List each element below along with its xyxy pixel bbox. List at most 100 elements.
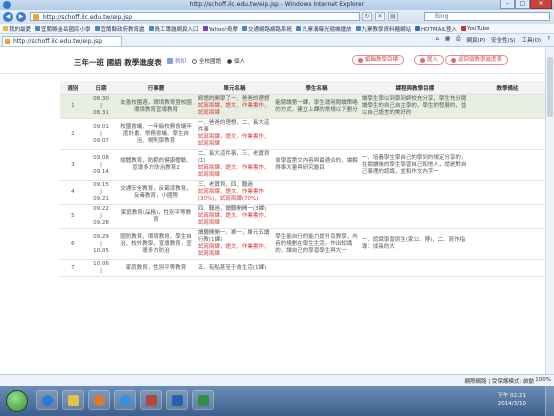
favorite-link[interactable]: 員工專題網頁入口 bbox=[148, 25, 199, 33]
table-row: 3 09.08 | 09.14 總體教育，防範的健康體驗、宣導多方防治教育2 二、長大這件… bbox=[60, 149, 545, 181]
back-to-list-button[interactable]: 返回個教學進度表 bbox=[445, 55, 509, 65]
unit-assessment: 試寫兩課，語文、作業書作，試寫兩課 bbox=[197, 103, 270, 116]
address-bar[interactable]: http://schoff.ilc.edu.tw/eip.jsp bbox=[30, 12, 360, 21]
date-separator: | bbox=[100, 213, 102, 219]
tab-row: http://schoff.ilc.edu.tw/eip.jsp ⌂ ▦ ⎙ 網… bbox=[0, 34, 554, 47]
favorite-link[interactable]: 宜蘭縣金岳國民小學 bbox=[35, 25, 91, 33]
tools-menu[interactable]: 工具(O) bbox=[521, 36, 541, 44]
edit-goals-button[interactable]: 編輯教學目標 bbox=[352, 55, 405, 65]
taskbar: 下午 02:21 2014/3/10 bbox=[0, 386, 554, 416]
print-button[interactable]: 列印 bbox=[167, 57, 186, 65]
print-icon[interactable]: ⎙ bbox=[456, 36, 460, 44]
scroll-thumb[interactable] bbox=[547, 57, 553, 117]
cell-note bbox=[469, 228, 545, 260]
page-menu[interactable]: 網頁(P) bbox=[467, 36, 486, 44]
taskbar-excel-icon[interactable] bbox=[192, 390, 214, 410]
cell-requirement: 一、培養學生學自己的學到的規定分享的，在閱讀後的學生學習自己和他人，請是對自己事… bbox=[359, 149, 470, 181]
favorite-link[interactable]: YouTube bbox=[461, 26, 489, 32]
favorite-label: 九寨溝曝光隨機播放 bbox=[301, 26, 352, 33]
cell-unit: 師語的開學了一、爸爸的理想 試寫兩課，語文、作業書作，試寫兩課 bbox=[195, 94, 274, 119]
star-icon bbox=[3, 26, 8, 31]
compat-icon[interactable]: ▤ bbox=[388, 12, 398, 21]
radio-personal[interactable]: 個人 bbox=[227, 57, 245, 65]
help-icon[interactable]: ? bbox=[547, 36, 550, 44]
favorite-link[interactable]: 九寨溝曝光隨機播放 bbox=[295, 25, 352, 33]
show-desktop-button[interactable] bbox=[545, 386, 554, 416]
print-label: 列印 bbox=[175, 59, 187, 65]
home-icon[interactable]: ⌂ bbox=[435, 36, 439, 44]
date-separator: | bbox=[100, 161, 102, 168]
back-icon[interactable]: ◀ bbox=[3, 12, 13, 22]
taskbar-ie-icon[interactable] bbox=[36, 390, 58, 410]
favorite-link[interactable]: 九寨教學資料櫃網站 bbox=[355, 25, 411, 33]
back-label: 返回個教學進度表 bbox=[458, 57, 503, 63]
cell-goal: 學生能自行的能力提升及教學，內容的規劃在學生生活，作出知識的，讓自己的學習學生與… bbox=[273, 228, 360, 260]
cell-requirement bbox=[359, 118, 470, 150]
taskbar-media-icon[interactable] bbox=[88, 390, 110, 410]
cell-note bbox=[469, 118, 545, 150]
link-icon bbox=[241, 26, 247, 31]
cell-goal bbox=[273, 118, 360, 150]
favorites-button[interactable]: 我的最愛 bbox=[3, 25, 31, 33]
radio-label: 個人 bbox=[234, 59, 246, 65]
stop-icon[interactable]: ✕ bbox=[375, 12, 385, 21]
cell-unit: 二、長大這件事，三、老寶貝(1) 試寫兩課，語文、作業書作，試寫兩課 bbox=[195, 149, 274, 181]
safety-menu[interactable]: 安全性(S) bbox=[491, 36, 515, 44]
minimize-button[interactable]: – bbox=[500, 0, 515, 9]
start-button[interactable] bbox=[6, 390, 28, 412]
cell-goal bbox=[273, 259, 360, 277]
radio-label: 全校國語 bbox=[199, 59, 222, 65]
date-start: 09.29 bbox=[93, 233, 109, 240]
cell-requirement bbox=[359, 259, 470, 277]
favorite-label: 員工專題網頁入口 bbox=[154, 26, 199, 33]
unit-assessment: 試寫兩課，語文、作業書作，試寫兩課 bbox=[197, 165, 270, 178]
import-label: 匯入 bbox=[427, 57, 439, 63]
cell-week: 7 bbox=[60, 259, 86, 277]
taskbar-app-icon[interactable] bbox=[140, 390, 162, 410]
date-start: 09.15 bbox=[93, 182, 109, 188]
import-button[interactable]: 匯入 bbox=[414, 55, 445, 65]
date-separator: | bbox=[100, 240, 102, 247]
favorite-link[interactable]: Yahoo!奇摩 bbox=[202, 25, 238, 33]
favorite-link[interactable]: 宜蘭縣政府教育處 bbox=[94, 25, 145, 33]
cell-date: 08.30 | 08.31 bbox=[85, 94, 117, 119]
favorite-label: 宜蘭縣金岳國民小學 bbox=[41, 26, 91, 33]
forward-icon[interactable]: ▶ bbox=[16, 12, 26, 22]
favorite-link[interactable]: HOTMAIL登入 bbox=[415, 25, 457, 33]
cell-date: 09.15 | 09.21 bbox=[85, 180, 117, 205]
vertical-scrollbar[interactable] bbox=[545, 47, 554, 374]
taskbar-explorer-icon[interactable] bbox=[62, 390, 84, 410]
refresh-icon[interactable]: ↻ bbox=[362, 12, 372, 21]
cell-goal bbox=[273, 204, 360, 229]
unit-name: 三、老寶貝，四、聽過 bbox=[197, 182, 253, 188]
page-content: 三年一班 國語 教學進度表 列印 全校國語 個人 編輯教學目標 匯入 返回個教學… bbox=[0, 47, 554, 374]
taskbar-word-icon[interactable] bbox=[166, 390, 188, 410]
search-input[interactable]: Bing bbox=[424, 12, 550, 21]
scope-radio-group: 全校國語 個人 bbox=[192, 57, 245, 65]
maximize-button[interactable]: □ bbox=[515, 0, 530, 9]
cell-note bbox=[469, 259, 545, 277]
unit-name: 四、聽過，讀聽開開一(3課) bbox=[197, 206, 267, 212]
printer-icon bbox=[167, 58, 173, 64]
cell-week: 5 bbox=[60, 204, 86, 229]
cell-date: 09.29 | 10.05 bbox=[85, 228, 117, 260]
radio-school[interactable]: 全校國語 bbox=[192, 57, 221, 65]
back-icon bbox=[451, 57, 456, 63]
favorite-link[interactable]: 交通網路網路系統 bbox=[241, 25, 292, 33]
cell-date: 09.08 | 09.14 bbox=[85, 149, 117, 181]
column-header: 行事曆 bbox=[116, 81, 196, 95]
rss-icon[interactable]: ▦ bbox=[445, 36, 450, 44]
close-button[interactable]: ✕ bbox=[530, 0, 552, 9]
cell-note bbox=[469, 149, 545, 181]
table-row: 4 09.15 | 09.21 交通安全教育，反霸凌教育，反毒教育，小國際 三、老寶貝，四… bbox=[60, 180, 545, 205]
site-favicon-icon bbox=[33, 14, 39, 20]
unit-assessment: 試寫兩課，語文、作業書作(30%)，試寫兩課(70%) bbox=[197, 189, 264, 202]
favorite-label: 宜蘭縣政府教育處 bbox=[100, 26, 145, 33]
taskbar-ie-window-icon[interactable] bbox=[114, 390, 136, 410]
zoom-level[interactable]: 100% bbox=[535, 377, 551, 383]
cell-goal: 能閱讀第一課，學生運用閱讀策略的方式，建立上課的常規以下劃分 bbox=[273, 94, 360, 119]
edit-goals-label: 編輯教學目標 bbox=[365, 57, 399, 63]
browser-tab[interactable]: http://schoff.ilc.edu.tw/eip.jsp bbox=[2, 36, 122, 46]
page-header: 三年一班 國語 教學進度表 列印 全校國語 個人 編輯教學目標 匯入 返回個教學… bbox=[0, 47, 554, 74]
window-controls: – □ ✕ bbox=[500, 0, 552, 9]
